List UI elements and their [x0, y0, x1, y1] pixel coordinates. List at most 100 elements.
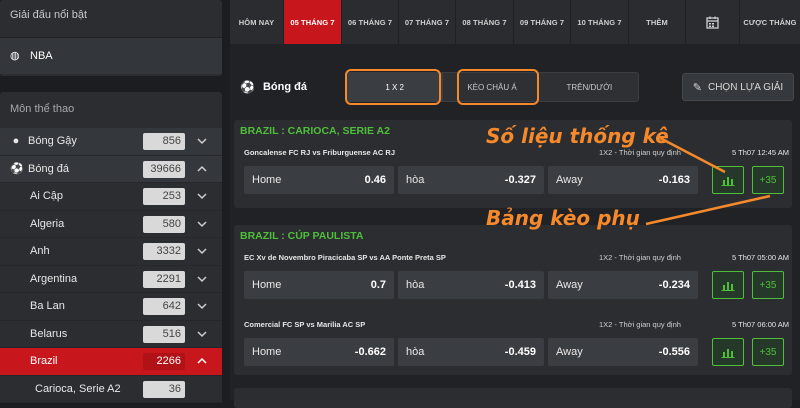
- country-count-badge: 516: [143, 325, 185, 343]
- tab-asian-handicap[interactable]: KÈO CHÂU Á: [443, 73, 540, 101]
- annotation-stats: Số liệu thống kê: [486, 124, 669, 148]
- match-time: 5 Th07 06:00 AM: [732, 320, 789, 329]
- sport-item-label: Bóng đá: [28, 162, 69, 175]
- more-markets-button[interactable]: +35: [752, 271, 784, 299]
- league-item-label: Carioca, Serie A2: [35, 382, 121, 395]
- odds-label: hòa: [406, 279, 425, 291]
- odds-draw-button[interactable]: hòa -0.459: [398, 338, 544, 366]
- chevron-down-icon[interactable]: [197, 301, 207, 311]
- odds-away-button[interactable]: Away -0.556: [548, 338, 698, 366]
- match-teams[interactable]: Goncalense FC RJ vs Friburguense AC RJ: [244, 148, 395, 157]
- match-row: Goncalense FC RJ vs Friburguense AC RJ 1…: [234, 142, 792, 212]
- tab-bet-wins[interactable]: CƯỢC THẮNG: [740, 0, 800, 44]
- country-item-argentina[interactable]: Argentina 2291: [0, 265, 222, 293]
- chevron-up-icon[interactable]: [197, 356, 207, 366]
- odds-home-button[interactable]: Home 0.46: [244, 166, 394, 194]
- tab-over-under[interactable]: TRÊN/DƯỚI: [541, 73, 638, 101]
- match-time: 5 Th07 12:45 AM: [732, 148, 789, 157]
- country-count-badge: 253: [143, 188, 185, 205]
- chevron-down-icon[interactable]: [197, 191, 207, 201]
- odds-value: 0.7: [370, 279, 386, 291]
- calendar-button[interactable]: [686, 0, 740, 44]
- odds-home-button[interactable]: Home -0.662: [244, 338, 394, 366]
- tab-july-05[interactable]: 05 THÁNG 7: [284, 0, 342, 44]
- chevron-up-icon[interactable]: [197, 164, 207, 174]
- sport-item-label: Bóng Gậy: [28, 135, 77, 148]
- sport-item-baseball[interactable]: ● Bóng Gậy 856: [0, 128, 222, 156]
- tab-july-10[interactable]: 10 THÁNG 7: [571, 0, 629, 44]
- match-teams[interactable]: Comercial FC SP vs Marilia AC SP: [244, 320, 365, 329]
- odds-draw-button[interactable]: hòa -0.327: [398, 166, 544, 194]
- odds-home-button[interactable]: Home 0.7: [244, 271, 394, 299]
- tab-july-09[interactable]: 09 THÁNG 7: [514, 0, 571, 44]
- odds-draw-button[interactable]: hòa -0.413: [398, 271, 544, 299]
- odds-value: -0.413: [504, 279, 536, 291]
- bar-chart-icon: [721, 282, 735, 291]
- choose-league-label: CHỌN LỰA GIẢI: [707, 81, 784, 93]
- more-markets-button[interactable]: +35: [752, 166, 784, 194]
- country-item-label: Anh: [30, 245, 50, 258]
- country-item-belarus[interactable]: Belarus 516: [0, 320, 222, 348]
- sport-item-soccer[interactable]: ⚽ Bóng đá 39666: [0, 155, 222, 183]
- country-item-brazil[interactable]: Brazil 2266: [0, 348, 222, 376]
- match-market-type: 1X2 - Thời gian quy định: [599, 320, 681, 329]
- tab-july-07[interactable]: 07 THÁNG 7: [399, 0, 456, 44]
- tab-july-08[interactable]: 08 THÁNG 7: [456, 0, 514, 44]
- chevron-down-icon[interactable]: [197, 274, 207, 284]
- odds-away-button[interactable]: Away -0.163: [548, 166, 698, 194]
- odds-label: Away: [556, 279, 583, 291]
- stats-button[interactable]: [712, 338, 744, 366]
- country-item-label: Brazil: [30, 355, 58, 368]
- pencil-icon: ✎: [692, 81, 702, 94]
- country-count-badge: 642: [143, 298, 185, 315]
- chevron-down-icon[interactable]: [197, 329, 207, 339]
- soccer-player-icon: ⚽: [240, 80, 255, 94]
- country-item-egypt[interactable]: Ai Cập 253: [0, 183, 222, 211]
- country-item-poland[interactable]: Ba Lan 642: [0, 293, 222, 321]
- toolbar: ⚽ Bóng đá 1 X 2 KÈO CHÂU Á TRÊN/DƯỚI ✎ C…: [230, 62, 800, 108]
- odds-value: 0.46: [364, 174, 386, 186]
- bar-chart-icon: [721, 177, 735, 186]
- odds-away-button[interactable]: Away -0.234: [548, 271, 698, 299]
- market-tabs: 1 X 2 KÈO CHÂU Á TRÊN/DƯỚI: [345, 72, 639, 102]
- odds-label: Home: [252, 346, 282, 358]
- featured-leagues-title: Giải đấu nổi bật: [0, 0, 222, 38]
- odds-value: -0.234: [658, 279, 690, 291]
- country-item-label: Ba Lan: [30, 300, 65, 313]
- odds-value: -0.327: [504, 174, 536, 186]
- basketball-icon: ◍: [10, 50, 20, 62]
- country-count-badge: 580: [143, 215, 185, 233]
- sport-title: ⚽ Bóng đá: [240, 80, 307, 94]
- soccer-icon: ⚽: [10, 163, 24, 176]
- featured-item-nba[interactable]: ◍ NBA: [0, 38, 222, 74]
- match-row: Comercial FC SP vs Marilia AC SP 1X2 - T…: [234, 314, 792, 384]
- tab-july-06[interactable]: 06 THÁNG 7: [342, 0, 399, 44]
- chevron-down-icon[interactable]: [197, 246, 207, 256]
- country-item-label: Belarus: [30, 327, 68, 340]
- league-section: BRAZIL : CÚP PAULISTA EC Xv de Novembro …: [234, 225, 792, 375]
- country-item-label: Argentina: [30, 272, 78, 285]
- chevron-down-icon[interactable]: [197, 219, 207, 229]
- tab-more[interactable]: THÊM: [629, 0, 686, 44]
- league-item-carioca-serie-a2[interactable]: Carioca, Serie A2 36: [0, 375, 222, 403]
- baseball-icon: ●: [12, 135, 20, 148]
- match-teams[interactable]: EC Xv de Novembro Piracicaba SP vs AA Po…: [244, 253, 446, 262]
- sports-title: Môn thể thao: [10, 103, 75, 115]
- stats-button[interactable]: [712, 166, 744, 194]
- tab-1x2[interactable]: 1 X 2: [346, 73, 444, 101]
- country-count-badge: 3332: [143, 243, 185, 260]
- odds-label: Away: [556, 346, 583, 358]
- match-market-type: 1X2 - Thời gian quy định: [599, 148, 681, 157]
- country-item-algeria[interactable]: Algeria 580: [0, 210, 222, 238]
- country-item-label: Algeria: [30, 217, 65, 230]
- stats-button[interactable]: [712, 271, 744, 299]
- chevron-down-icon[interactable]: [197, 136, 207, 146]
- odds-label: hòa: [406, 346, 425, 358]
- more-markets-button[interactable]: +35: [752, 338, 784, 366]
- sport-count-badge: 856: [143, 133, 185, 150]
- league-count-badge: 36: [143, 380, 185, 398]
- country-item-england[interactable]: Anh 3332: [0, 238, 222, 266]
- choose-league-button[interactable]: ✎ CHỌN LỰA GIẢI: [682, 73, 794, 101]
- tab-today[interactable]: HÔM NAY: [230, 0, 284, 44]
- odds-value: -0.662: [354, 346, 386, 358]
